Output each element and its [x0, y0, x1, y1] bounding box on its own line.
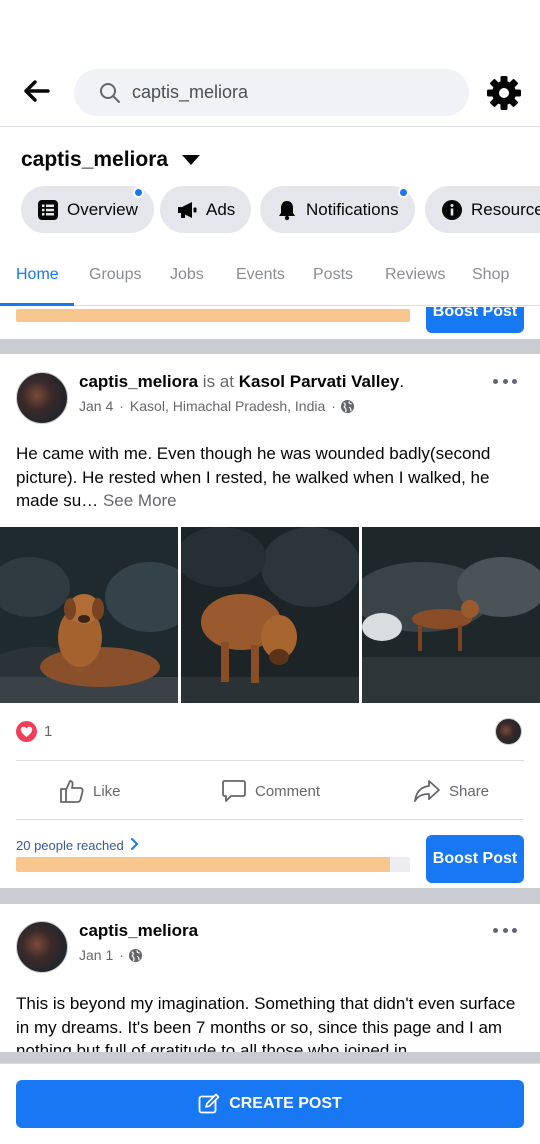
see-more-link[interactable]: See More	[103, 491, 177, 510]
like-button[interactable]: Like	[59, 778, 121, 804]
boost-post-button[interactable]: Boost Post	[426, 307, 524, 333]
photo-dog-resting[interactable]	[0, 527, 178, 703]
love-reaction-icon	[16, 721, 37, 742]
tab-shop[interactable]: Shop	[472, 266, 509, 284]
post-text: This is beyond my imagination. Something…	[16, 992, 530, 1052]
chip-ads[interactable]: Ads	[160, 186, 252, 233]
reactor-avatar[interactable]	[495, 718, 522, 745]
share-icon	[414, 780, 440, 802]
comment-label: Comment	[255, 782, 321, 800]
create-post-label: CREATE POST	[229, 1095, 342, 1112]
author-name[interactable]: captis_meliora	[79, 921, 198, 940]
more-options-icon[interactable]	[493, 377, 517, 385]
megaphone-icon	[176, 199, 198, 221]
tab-jobs[interactable]: Jobs	[170, 266, 204, 284]
notification-dot	[398, 187, 409, 198]
post-header-title: captis_meliora	[79, 921, 198, 941]
place-name[interactable]: Kasol Parvati Valley	[239, 372, 400, 391]
meta-separator: ·	[119, 398, 124, 414]
globe-icon	[128, 948, 143, 963]
post-location[interactable]: Kasol, Himachal Pradesh, India	[130, 398, 325, 414]
place-suffix: .	[399, 372, 405, 391]
chip-label: Overview	[67, 199, 138, 219]
reaction-count: 1	[44, 723, 53, 740]
chip-label: Notifications	[306, 199, 399, 219]
active-tab-indicator	[0, 303, 74, 306]
page-tabs: Home Groups Jobs Events Posts Reviews Sh…	[0, 244, 540, 306]
post-actions: Like Comment Share	[16, 760, 524, 820]
share-button[interactable]: Share	[413, 778, 489, 804]
checkin-text: is at	[202, 372, 234, 391]
avatar[interactable]	[16, 921, 68, 973]
post-text: He came with me. Even though he was woun…	[16, 442, 530, 513]
bottom-bar: CREATE POST	[0, 1063, 540, 1144]
search-icon	[98, 81, 122, 105]
tab-events[interactable]: Events	[236, 266, 285, 284]
page-title: captis_meliora	[21, 148, 169, 171]
photo-grid	[0, 527, 540, 703]
notification-dot	[133, 187, 144, 198]
post-meta: Jan 1 ·	[79, 947, 143, 963]
avatar[interactable]	[16, 372, 68, 424]
feed-separator	[0, 888, 540, 904]
chip-resources[interactable]: Resources	[425, 186, 540, 233]
info-icon	[441, 199, 463, 221]
edit-icon	[198, 1093, 220, 1114]
thumbs-up-icon	[60, 780, 84, 803]
page-switcher[interactable]: captis_meliora	[21, 148, 201, 172]
tab-reviews[interactable]: Reviews	[385, 266, 445, 284]
overview-icon	[37, 199, 59, 221]
search-field[interactable]: captis_meliora	[74, 69, 469, 116]
like-label: Like	[93, 782, 121, 800]
bell-icon	[276, 199, 298, 221]
post-header-title: captis_meliora is at Kasol Parvati Valle…	[79, 372, 404, 392]
chip-overview[interactable]: Overview	[21, 186, 154, 233]
author-name[interactable]: captis_meliora	[79, 372, 198, 391]
chip-notifications[interactable]: Notifications	[260, 186, 415, 233]
previous-post-boost-row: Boost Post	[0, 307, 540, 339]
reaction-summary[interactable]: 1	[16, 721, 52, 742]
search-value: captis_meliora	[132, 82, 249, 102]
post-body: This is beyond my imagination. Something…	[16, 994, 516, 1052]
tab-groups[interactable]: Groups	[89, 266, 141, 284]
people-reached-link[interactable]: 20 people reached	[16, 837, 139, 854]
shortcut-chips: Overview Ads Notifications Resources	[21, 186, 540, 233]
back-arrow-icon[interactable]	[20, 74, 54, 108]
chip-label: Resources	[471, 199, 540, 219]
photo-dog-walking[interactable]	[362, 527, 540, 703]
reach-label: 20 people reached	[16, 838, 124, 853]
post-date[interactable]: Jan 4	[79, 398, 113, 414]
comment-button[interactable]: Comment	[221, 778, 320, 804]
reach-progress-fill	[16, 857, 391, 872]
tab-posts[interactable]: Posts	[313, 266, 353, 284]
gear-icon[interactable]	[486, 75, 522, 111]
reach-progress-bar	[16, 857, 410, 872]
chip-label: Ads	[206, 199, 236, 219]
scroll-edge	[0, 1052, 540, 1063]
chevron-right-icon	[130, 837, 139, 854]
share-label: Share	[449, 782, 490, 800]
globe-icon	[340, 399, 355, 414]
comment-icon	[222, 780, 246, 802]
meta-separator: ·	[331, 398, 336, 414]
post-meta: Jan 4 · Kasol, Himachal Pradesh, India ·	[79, 398, 355, 414]
tab-home[interactable]: Home	[16, 266, 59, 284]
feed-separator	[0, 339, 540, 354]
boost-post-button[interactable]: Boost Post	[426, 835, 524, 883]
create-post-button[interactable]: CREATE POST	[16, 1080, 524, 1128]
more-options-icon[interactable]	[493, 926, 517, 934]
post-date[interactable]: Jan 1	[79, 947, 113, 963]
post-body: He came with me. Even though he was woun…	[16, 444, 491, 510]
top-bar: captis_meliora	[0, 0, 540, 127]
reach-progress-bar	[16, 309, 410, 322]
caret-down-icon	[182, 155, 201, 165]
meta-separator: ·	[119, 947, 124, 963]
photo-dog-wounded[interactable]	[181, 527, 359, 703]
